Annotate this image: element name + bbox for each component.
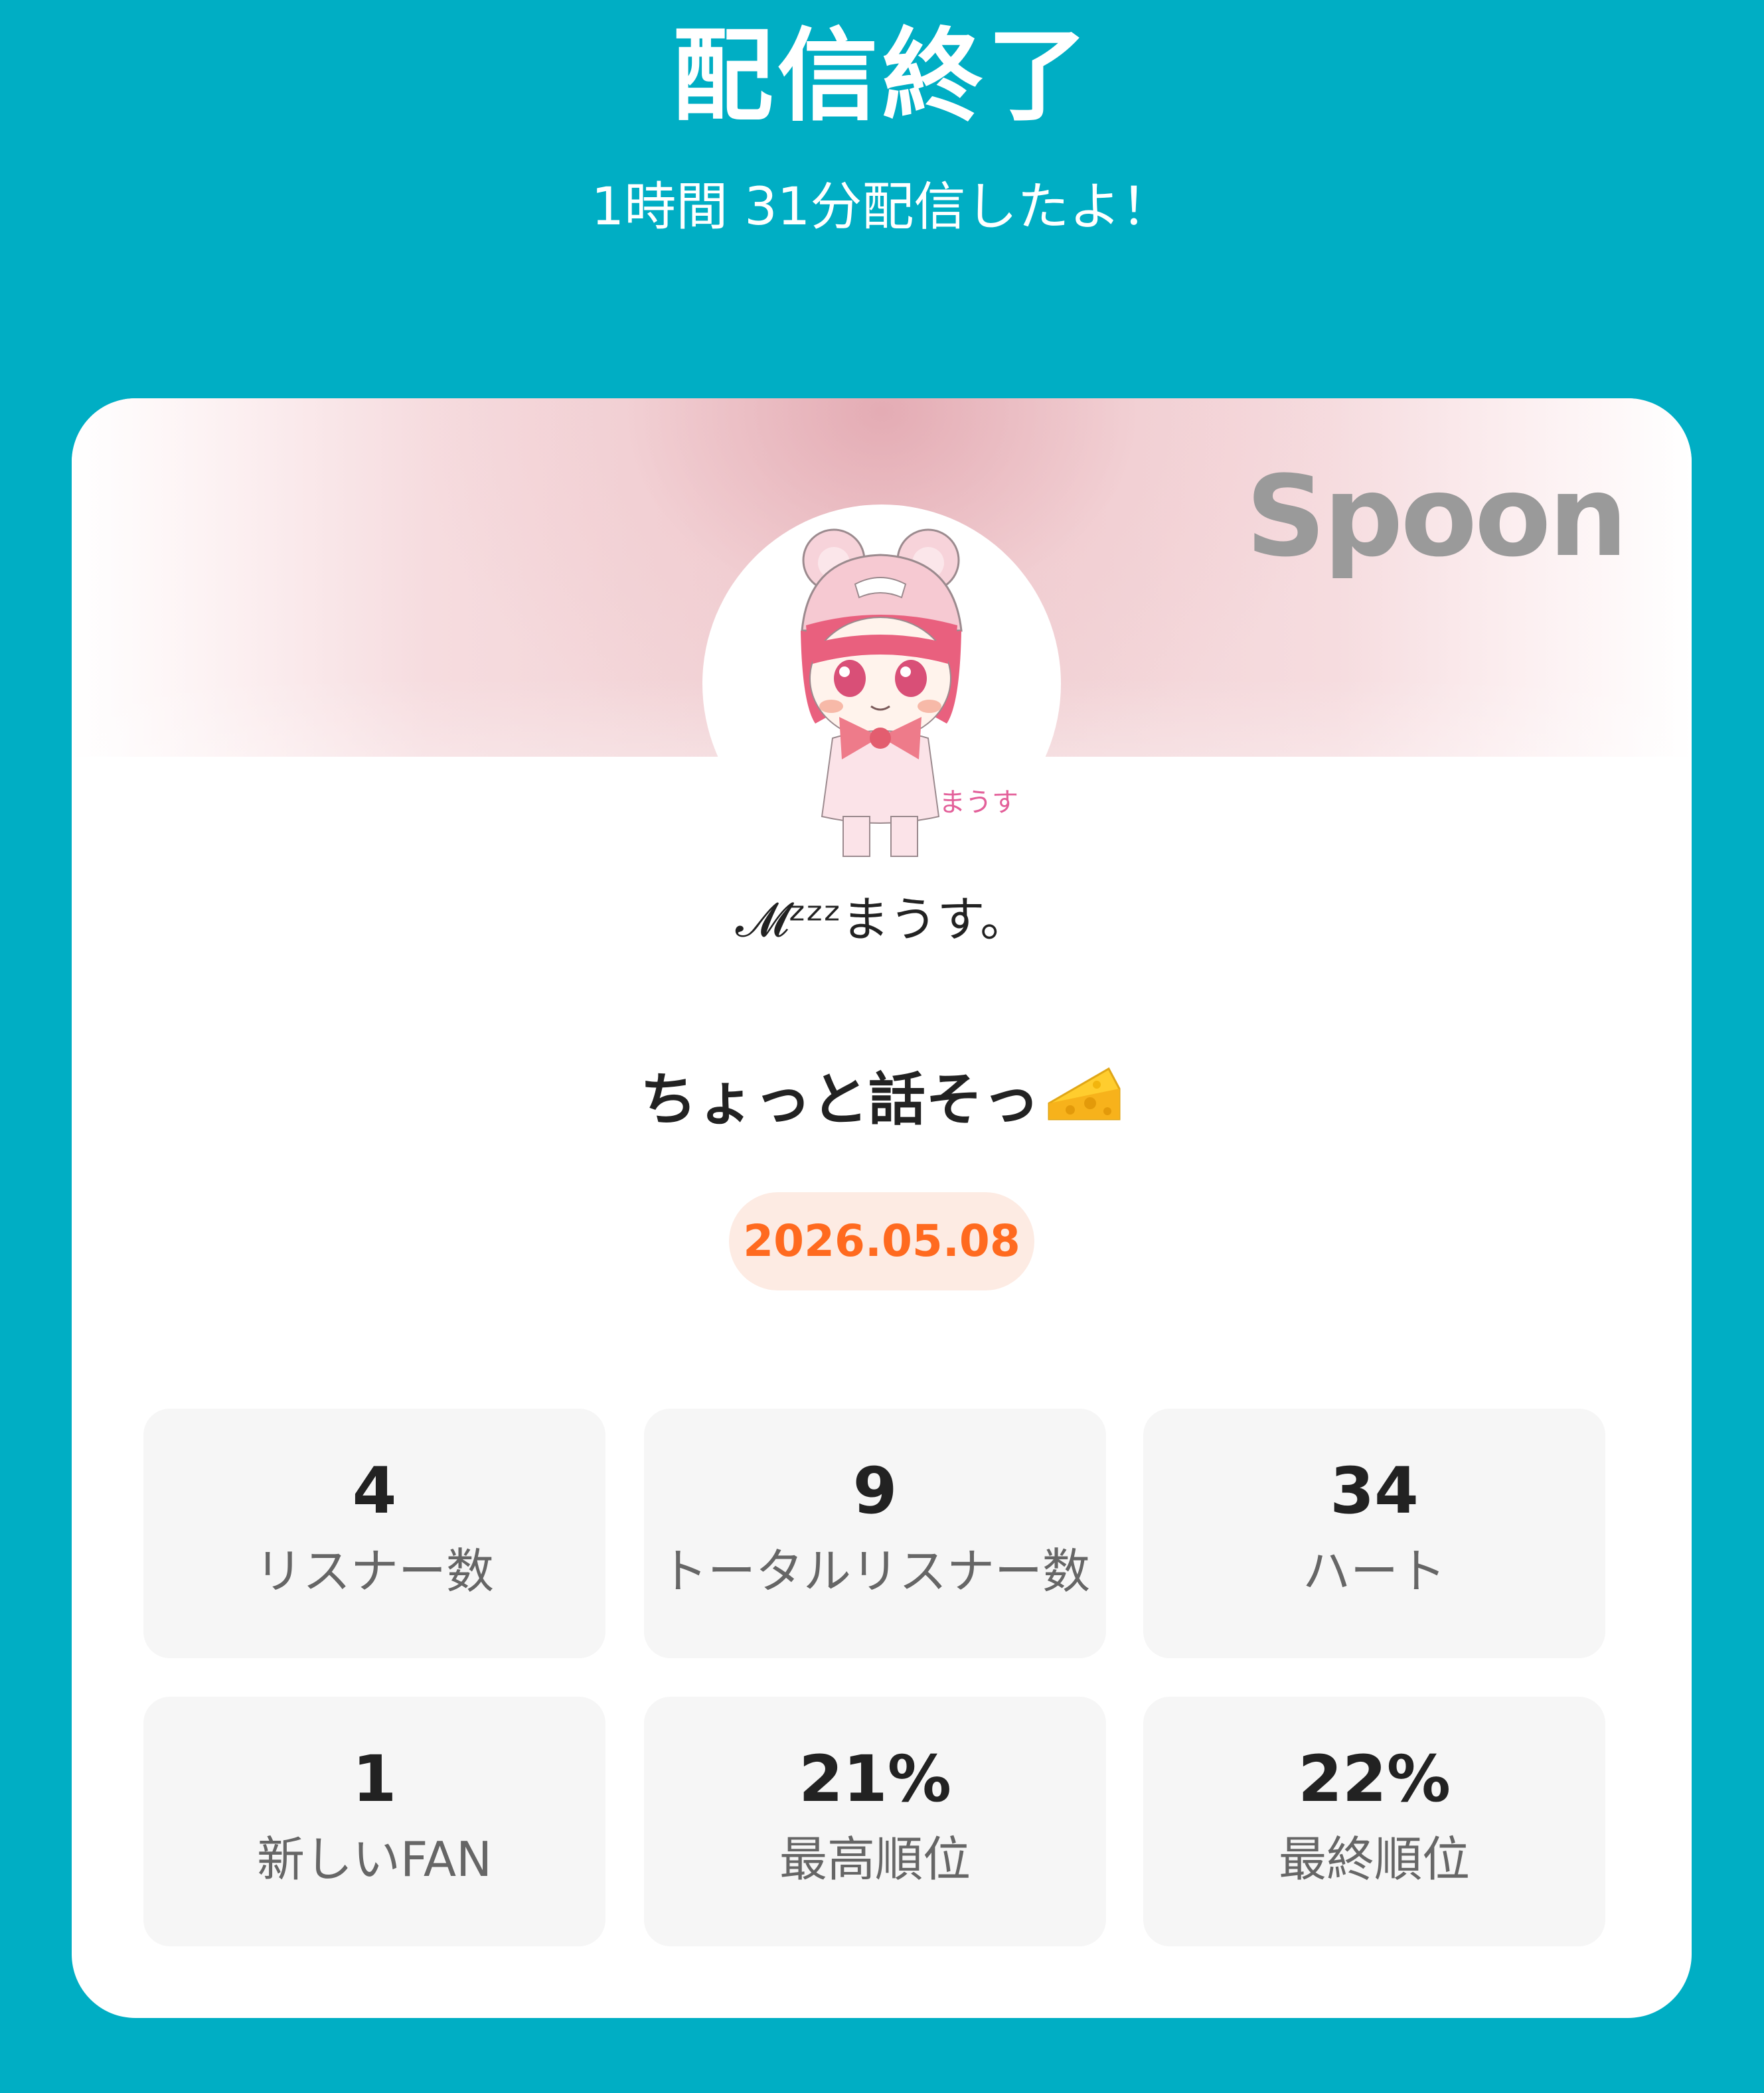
stat-listeners: 4 リスナー数	[143, 1409, 605, 1658]
stat-final-rank: 22% 最終順位	[1143, 1697, 1605, 1946]
stat-total-listeners: 9 トータルリスナー数	[644, 1409, 1106, 1658]
stat-label: トータルリスナー数	[659, 1543, 1090, 1599]
stat-hearts: 34 ハート	[1143, 1409, 1605, 1658]
avatar-signature: まうす	[939, 787, 1018, 818]
stat-label: ハート	[1302, 1543, 1446, 1599]
live-title: ちょっと話そっ	[640, 1067, 1040, 1133]
stat-value: 22%	[1298, 1742, 1451, 1816]
stat-highest-rank: 21% 最高順位	[644, 1697, 1106, 1946]
stat-new-fans: 1 新しいFAN	[143, 1697, 605, 1946]
page-title: 配信終了	[672, 17, 1092, 135]
broadcast-duration: 1時間 31分配信したよ！	[591, 177, 1173, 237]
spoon-logo: Spoon	[1245, 451, 1628, 581]
username: 𝓜ᶻᶻᶻまうす。	[735, 891, 1028, 947]
cheese-icon	[1044, 1062, 1123, 1128]
stat-label: 最終順位	[1278, 1831, 1470, 1887]
stat-label: リスナー数	[254, 1543, 494, 1599]
result-card: Spoon まうす 𝓜ᶻᶻᶻまうす。 ちょっと話そっ 2026.05.08 4 …	[72, 398, 1692, 2018]
avatar-illustration: まうす	[801, 528, 1018, 857]
avatar[interactable]: まうす	[702, 504, 1061, 863]
stat-value: 21%	[799, 1742, 951, 1816]
stat-value: 34	[1330, 1454, 1419, 1528]
stat-label: 新しいFAN	[257, 1831, 492, 1887]
stat-value: 1	[352, 1742, 397, 1816]
live-title-row: ちょっと話そっ	[72, 1062, 1692, 1136]
date-badge: 2026.05.08	[729, 1192, 1034, 1290]
stat-value: 4	[352, 1454, 397, 1528]
stat-label: 最高順位	[779, 1831, 971, 1887]
stat-value: 9	[852, 1454, 898, 1528]
